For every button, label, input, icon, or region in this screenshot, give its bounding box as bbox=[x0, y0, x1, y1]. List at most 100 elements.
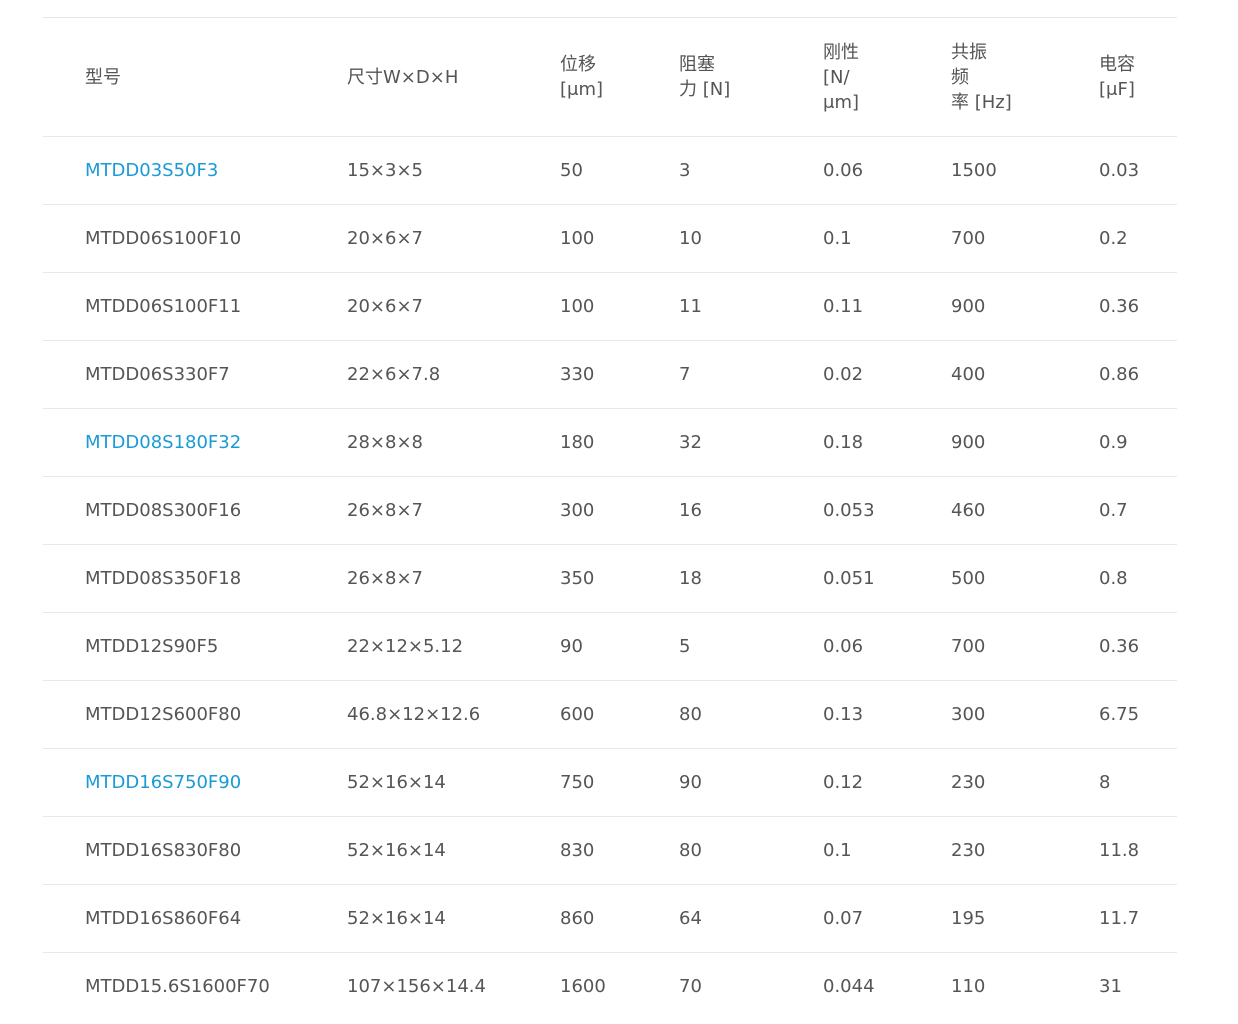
cell-size: 107×156×14.4 bbox=[347, 976, 486, 998]
header-capacitance: 电容 [μF] bbox=[1099, 54, 1135, 100]
cell-resonant-frequency: 195 bbox=[951, 908, 986, 929]
cell-stiffness: 0.053 bbox=[823, 500, 875, 521]
cell-capacitance: 11.8 bbox=[1099, 840, 1140, 861]
cell-resonant-frequency: 110 bbox=[951, 976, 986, 998]
cell-model: MTDD08S180F32 bbox=[43, 409, 305, 477]
cell-capacitance: 11.7 bbox=[1099, 908, 1140, 929]
spec-table: 型号 尺寸W×D×H 位移 [μm] 阻塞 力 [N] 刚性 [N/ μm] 共… bbox=[43, 17, 1177, 1021]
cell-size: 46.8×12×12.6 bbox=[347, 704, 481, 725]
cell-size: 52×16×14 bbox=[347, 772, 446, 793]
table-row: MTDD16S860F64 52×16×14 860 64 0.07 195 11.7 bbox=[43, 885, 1177, 953]
cell-resonant-frequency: 500 bbox=[951, 568, 986, 589]
cell-model: MTDD08S300F16 bbox=[85, 500, 242, 521]
header-size: 尺寸W×D×H bbox=[347, 66, 459, 88]
cell-displacement: 300 bbox=[560, 500, 595, 521]
cell-blocking-force: 64 bbox=[679, 908, 702, 929]
cell-blocking-force: 80 bbox=[679, 704, 702, 725]
cell-blocking-force: 70 bbox=[679, 976, 702, 998]
cell-model: MTDD16S830F80 bbox=[85, 840, 242, 861]
cell-displacement: 830 bbox=[560, 840, 595, 861]
cell-size: 22×12×5.12 bbox=[347, 636, 464, 657]
cell-stiffness: 0.1 bbox=[823, 228, 852, 249]
cell-capacitance: 6.75 bbox=[1099, 704, 1140, 725]
cell-stiffness: 0.051 bbox=[823, 568, 875, 589]
cell-displacement: 100 bbox=[560, 228, 595, 249]
cell-resonant-frequency: 900 bbox=[951, 296, 986, 317]
cell-resonant-frequency: 900 bbox=[951, 432, 986, 453]
header-row: 型号 尺寸W×D×H 位移 [μm] 阻塞 力 [N] 刚性 [N/ μm] 共… bbox=[43, 17, 1177, 137]
cell-blocking-force: 90 bbox=[679, 772, 702, 793]
header-displacement: 位移 [μm] bbox=[560, 54, 604, 100]
cell-size: 15×3×5 bbox=[347, 160, 423, 181]
cell-capacitance: 31 bbox=[1099, 976, 1122, 998]
table-header: 型号 尺寸W×D×H 位移 [μm] 阻塞 力 [N] 刚性 [N/ μm] 共… bbox=[43, 17, 1177, 137]
cell-size: 20×6×7 bbox=[347, 296, 423, 317]
table-row: MTDD16S830F80 52×16×14 830 80 0.1 230 11.8 bbox=[43, 817, 1177, 885]
cell-stiffness: 0.044 bbox=[823, 976, 875, 998]
cell-displacement: 750 bbox=[560, 772, 595, 793]
cell-stiffness: 0.02 bbox=[823, 364, 864, 385]
table-row: MTDD12S600F80 46.8×12×12.6 600 80 0.13 300 6.7… bbox=[43, 681, 1177, 749]
table-row: MTDD06S100F10 20×6×7 100 10 0.1 700 0.2 bbox=[43, 205, 1177, 273]
cell-blocking-force: 11 bbox=[679, 296, 702, 317]
cell-model: MTDD08S350F18 bbox=[85, 568, 242, 589]
cell-model: MTDD06S100F11 bbox=[85, 296, 242, 317]
cell-stiffness: 0.07 bbox=[823, 908, 864, 929]
header-stiffness: 刚性 [N/ μm] bbox=[823, 41, 860, 113]
cell-blocking-force: 32 bbox=[679, 432, 702, 453]
cell-resonant-frequency: 400 bbox=[951, 364, 986, 385]
cell-capacitance: 0.86 bbox=[1099, 364, 1140, 385]
cell-displacement: 350 bbox=[560, 568, 595, 589]
table-row: MTDD08S300F16 26×8×7 300 16 0.053 460 0.7 bbox=[43, 477, 1177, 545]
cell-model: MTDD16S860F64 bbox=[85, 908, 242, 929]
cell-capacitance: 8 bbox=[1099, 772, 1111, 793]
cell-model: MTDD03S50F3 bbox=[43, 137, 305, 205]
cell-displacement: 100 bbox=[560, 296, 595, 317]
cell-displacement: 600 bbox=[560, 704, 595, 725]
cell-blocking-force: 16 bbox=[679, 500, 702, 521]
cell-blocking-force: 80 bbox=[679, 840, 702, 861]
table-row: MTDD06S330F7 22×6×7.8 330 7 0.02 400 0.86 bbox=[43, 341, 1177, 409]
cell-capacitance: 0.36 bbox=[1099, 296, 1140, 317]
cell-capacitance: 0.36 bbox=[1099, 636, 1140, 657]
cell-stiffness: 0.18 bbox=[823, 432, 864, 453]
cell-capacitance: 0.7 bbox=[1099, 500, 1128, 521]
cell-capacitance: 0.8 bbox=[1099, 568, 1128, 589]
cell-blocking-force: 18 bbox=[679, 568, 702, 589]
cell-model: MTDD12S600F80 bbox=[85, 704, 242, 725]
cell-resonant-frequency: 230 bbox=[951, 772, 986, 793]
model-link[interactable]: MTDD03S50F3 bbox=[43, 160, 305, 181]
model-link[interactable]: MTDD16S750F90 bbox=[43, 772, 305, 793]
cell-stiffness: 0.1 bbox=[823, 840, 852, 861]
header-resonant-frequency: 共振 频 率 [Hz] bbox=[951, 41, 1012, 113]
cell-displacement: 180 bbox=[560, 432, 595, 453]
table-row: MTDD03S50F3 15×3×5 50 3 0.06 1500 0.03 bbox=[43, 137, 1177, 205]
cell-displacement: 860 bbox=[560, 908, 595, 929]
cell-resonant-frequency: 460 bbox=[951, 500, 986, 521]
table-row: MTDD06S100F11 20×6×7 100 11 0.11 900 0.36 bbox=[43, 273, 1177, 341]
cell-blocking-force: 10 bbox=[679, 228, 702, 249]
cell-stiffness: 0.11 bbox=[823, 296, 864, 317]
cell-stiffness: 0.12 bbox=[823, 772, 864, 793]
cell-stiffness: 0.13 bbox=[823, 704, 864, 725]
table-body: MTDD03S50F3 15×3×5 50 3 0.06 1500 0.03 MTDD06S1… bbox=[43, 137, 1177, 1021]
cell-blocking-force: 5 bbox=[679, 636, 691, 657]
table-row: MTDD16S750F90 52×16×14 750 90 0.12 230 8 bbox=[43, 749, 1177, 817]
cell-size: 26×8×7 bbox=[347, 500, 423, 521]
cell-resonant-frequency: 230 bbox=[951, 840, 986, 861]
cell-model: MTDD06S330F7 bbox=[85, 364, 230, 385]
cell-stiffness: 0.06 bbox=[823, 160, 864, 181]
cell-displacement: 330 bbox=[560, 364, 595, 385]
cell-model: MTDD12S90F5 bbox=[85, 636, 219, 657]
cell-size: 22×6×7.8 bbox=[347, 364, 441, 385]
table-row: MTDD08S180F32 28×8×8 180 32 0.18 900 0.9 bbox=[43, 409, 1177, 477]
model-link[interactable]: MTDD08S180F32 bbox=[43, 432, 305, 453]
cell-size: 28×8×8 bbox=[347, 432, 423, 453]
header-model: 型号 bbox=[85, 66, 121, 88]
cell-resonant-frequency: 300 bbox=[951, 704, 986, 725]
cell-size: 52×16×14 bbox=[347, 908, 446, 929]
cell-stiffness: 0.06 bbox=[823, 636, 864, 657]
table-row: MTDD15.6S1600F70 107×156×14.4 1600 70 0.044 1… bbox=[43, 953, 1177, 1021]
cell-size: 20×6×7 bbox=[347, 228, 423, 249]
cell-displacement: 1600 bbox=[560, 976, 606, 998]
